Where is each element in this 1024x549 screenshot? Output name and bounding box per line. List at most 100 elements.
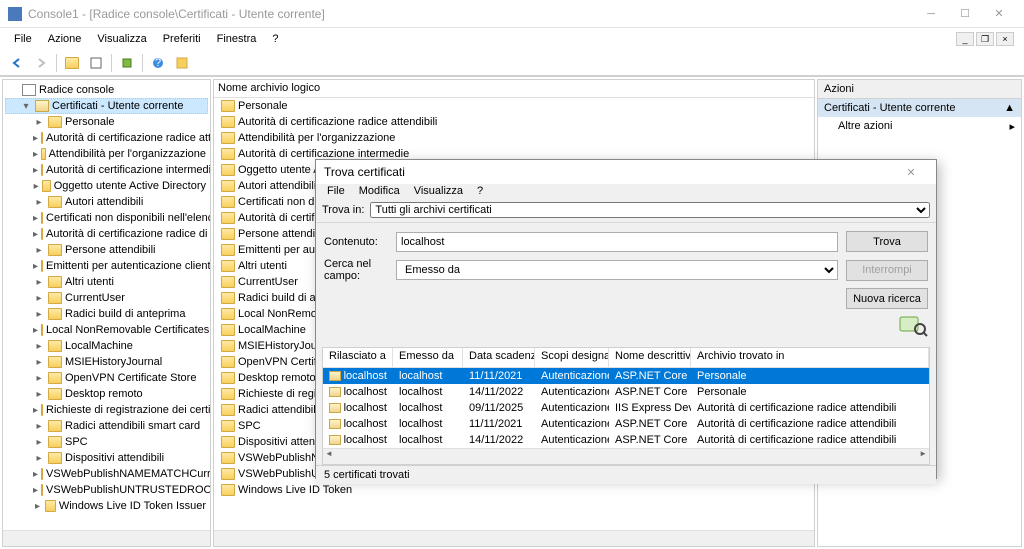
mdi-restore[interactable]: ❐: [976, 32, 994, 46]
tree-item[interactable]: ▸Attendibilità per l'organizzazione: [5, 146, 208, 162]
list-column-header[interactable]: Nome archivio logico: [214, 80, 814, 98]
col-nome[interactable]: Nome descrittivo: [609, 348, 691, 367]
tree-item[interactable]: ▸Autori attendibili: [5, 194, 208, 210]
chevron-right-icon: ▸: [1009, 120, 1015, 133]
minimize-button[interactable]: ─: [914, 2, 948, 26]
dialog-menu-file[interactable]: File: [320, 184, 352, 198]
tree-pane[interactable]: Radice console▾Certificati - Utente corr…: [2, 79, 211, 547]
tree-cert-user[interactable]: ▾Certificati - Utente corrente: [5, 98, 208, 114]
maximize-button[interactable]: ☐: [948, 2, 982, 26]
actions-more-label: Altre azioni: [838, 120, 892, 133]
mdi-close[interactable]: ×: [996, 32, 1014, 46]
tree-item[interactable]: ▸Emittenti per autenticazione client: [5, 258, 208, 274]
tree-item[interactable]: ▸Windows Live ID Token Issuer: [5, 498, 208, 514]
dialog-close-button[interactable]: ✕: [894, 160, 928, 184]
new-search-button[interactable]: Nuova ricerca: [846, 288, 928, 309]
col-rilasciato[interactable]: Rilasciato a: [323, 348, 393, 367]
mdi-controls: _ ❐ ×: [956, 32, 1018, 46]
results-table[interactable]: Rilasciato a Emesso da Data scadenza Sco…: [322, 347, 930, 465]
show-hide-tree-button[interactable]: [85, 52, 107, 74]
actions-header: Azioni: [818, 80, 1021, 99]
export-button[interactable]: [116, 52, 138, 74]
up-button[interactable]: [61, 52, 83, 74]
tree-item[interactable]: ▸Local NonRemovable Certificates: [5, 322, 208, 338]
list-item[interactable]: Personale: [214, 98, 814, 114]
svg-text:?: ?: [155, 57, 161, 69]
result-row[interactable]: localhost localhost14/11/2022 Autenticaz…: [323, 384, 929, 400]
find-cert-dialog: Trova certificati ✕ File Modifica Visual…: [315, 159, 937, 479]
tree-item[interactable]: ▸Autorità di certificazione radice atten…: [5, 130, 208, 146]
mdi-minimize[interactable]: _: [956, 32, 974, 46]
list-item[interactable]: Autorità di certificazione radice attend…: [214, 114, 814, 130]
menu-finestra[interactable]: Finestra: [209, 31, 265, 47]
menu-visualizza[interactable]: Visualizza: [89, 31, 154, 47]
options-button[interactable]: [171, 52, 193, 74]
result-row[interactable]: localhost localhost09/11/2025 Autenticaz…: [323, 400, 929, 416]
tree-item[interactable]: ▸CurrentUser: [5, 290, 208, 306]
result-row[interactable]: localhost localhost11/11/2021 Autenticaz…: [323, 368, 929, 384]
field-select[interactable]: Emesso da: [396, 260, 838, 280]
dialog-menu-visualizza[interactable]: Visualizza: [407, 184, 470, 198]
actions-more[interactable]: Altre azioni ▸: [818, 117, 1021, 136]
tree-hscrollbar[interactable]: [3, 530, 210, 546]
list-hscrollbar[interactable]: [214, 530, 814, 546]
tree-item[interactable]: ▸Persone attendibili: [5, 242, 208, 258]
menu-azione[interactable]: Azione: [40, 31, 90, 47]
results-hscrollbar[interactable]: [323, 448, 929, 464]
tree-item[interactable]: ▸Autorità di certificazione intermedie: [5, 162, 208, 178]
tree-item[interactable]: ▸SPC: [5, 434, 208, 450]
dialog-body: Contenuto: Trova Cerca nel campo: Emesso…: [316, 223, 936, 347]
tree-item[interactable]: ▸VSWebPublishUNTRUSTEDROOTCurrentUser: [5, 482, 208, 498]
actions-section[interactable]: Certificati - Utente corrente ▲: [818, 99, 1021, 117]
find-button[interactable]: Trova: [846, 231, 928, 252]
content-input[interactable]: [396, 232, 838, 252]
help-button[interactable]: ?: [147, 52, 169, 74]
dialog-menubar: File Modifica Visualizza ?: [316, 184, 936, 198]
tree-item[interactable]: ▸Oggetto utente Active Directory: [5, 178, 208, 194]
tree-item[interactable]: ▸Radici build di anteprima: [5, 306, 208, 322]
menu-help[interactable]: ?: [264, 31, 286, 47]
content-area: Radice console▾Certificati - Utente corr…: [0, 76, 1024, 549]
main-titlebar: Console1 - [Radice console\Certificati -…: [0, 0, 1024, 28]
back-button[interactable]: [6, 52, 28, 74]
tree-item[interactable]: ▸LocalMachine: [5, 338, 208, 354]
dialog-menu-help[interactable]: ?: [470, 184, 490, 198]
col-scopi[interactable]: Scopi designati: [535, 348, 609, 367]
cert-icon: [329, 435, 341, 445]
cert-icon: [329, 387, 341, 397]
dialog-titlebar[interactable]: Trova certificati ✕: [316, 160, 936, 184]
magnify-icon: [898, 315, 928, 339]
dialog-searchbar: Trova in: Tutti gli archivi certificati: [316, 198, 936, 223]
tree-item[interactable]: ▸Radici attendibili smart card: [5, 418, 208, 434]
result-row[interactable]: localhost localhost14/11/2022 Autenticaz…: [323, 432, 929, 448]
menu-file[interactable]: File: [6, 31, 40, 47]
col-emesso[interactable]: Emesso da: [393, 348, 463, 367]
close-button[interactable]: ✕: [982, 2, 1016, 26]
main-toolbar: ?: [0, 50, 1024, 76]
cert-icon: [329, 371, 341, 381]
tree-item[interactable]: ▸Desktop remoto: [5, 386, 208, 402]
col-archivio[interactable]: Archivio trovato in: [691, 348, 929, 367]
tree-item[interactable]: ▸Autorità di certificazione radice di te…: [5, 226, 208, 242]
results-header[interactable]: Rilasciato a Emesso da Data scadenza Sco…: [323, 348, 929, 368]
search-in-label: Trova in:: [322, 204, 364, 216]
tree-item[interactable]: ▸Richieste di registrazione dei certific…: [5, 402, 208, 418]
tree-item[interactable]: ▸Personale: [5, 114, 208, 130]
search-in-select[interactable]: Tutti gli archivi certificati: [370, 202, 930, 218]
result-row[interactable]: localhost localhost11/11/2021 Autenticaz…: [323, 416, 929, 432]
list-item[interactable]: Windows Live ID Token: [214, 482, 814, 498]
tree-root[interactable]: Radice console: [5, 82, 208, 98]
menu-preferiti[interactable]: Preferiti: [155, 31, 209, 47]
dialog-menu-modifica[interactable]: Modifica: [352, 184, 407, 198]
dialog-title: Trova certificati: [324, 165, 894, 179]
tree-item[interactable]: ▸OpenVPN Certificate Store: [5, 370, 208, 386]
tree-item[interactable]: ▸Dispositivi attendibili: [5, 450, 208, 466]
window-title: Console1 - [Radice console\Certificati -…: [28, 7, 914, 21]
tree-item[interactable]: ▸Altri utenti: [5, 274, 208, 290]
forward-button[interactable]: [30, 52, 52, 74]
tree-item[interactable]: ▸MSIEHistoryJournal: [5, 354, 208, 370]
tree-item[interactable]: ▸Certificati non disponibili nell'elenco…: [5, 210, 208, 226]
list-item[interactable]: Attendibilità per l'organizzazione: [214, 130, 814, 146]
col-data[interactable]: Data scadenza: [463, 348, 535, 367]
tree-item[interactable]: ▸VSWebPublishNAMEMATCHCurrentUser: [5, 466, 208, 482]
